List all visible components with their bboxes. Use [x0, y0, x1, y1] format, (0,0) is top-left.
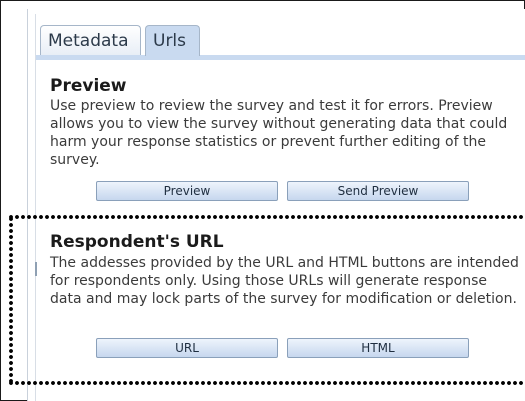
send-preview-button[interactable]: Send Preview: [287, 181, 469, 201]
preview-section-description: Use preview to review the survey and tes…: [50, 98, 508, 168]
highlight-border-bottom: [8, 380, 525, 386]
tab-urls[interactable]: Urls: [145, 25, 200, 56]
preview-button[interactable]: Preview: [96, 181, 278, 201]
tab-metadata[interactable]: Metadata: [40, 25, 141, 55]
tab-bar: Metadata Urls: [36, 14, 525, 60]
respondent-section-description: The addesses provided by the URL and HTM…: [50, 255, 519, 307]
respondent-section-title: Respondent's URL: [50, 232, 224, 252]
preview-section-title: Preview: [50, 76, 127, 96]
panel-divider: [35, 14, 36, 401]
resize-grip-icon[interactable]: [35, 262, 37, 276]
html-button[interactable]: HTML: [287, 338, 469, 358]
highlight-border-top: [8, 214, 525, 220]
url-button[interactable]: URL: [96, 338, 278, 358]
highlight-border-left: [8, 216, 14, 384]
